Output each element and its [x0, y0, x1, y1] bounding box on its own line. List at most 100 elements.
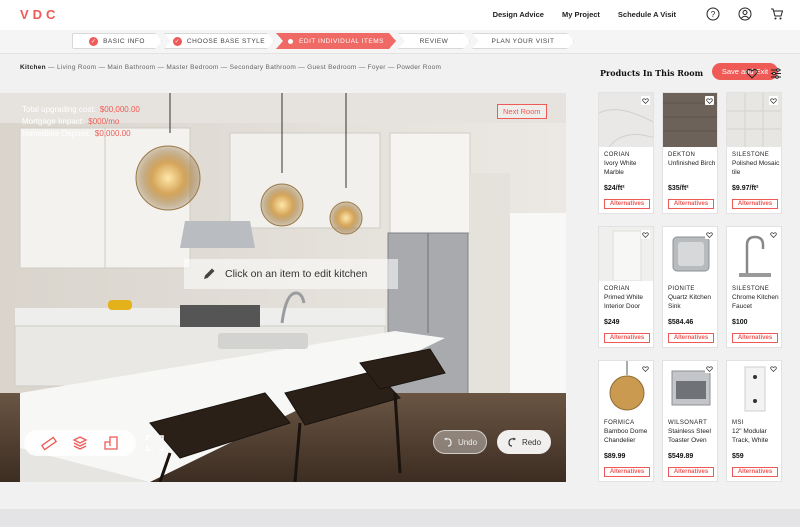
product-card[interactable]: CORIAN Ivory White Marble $24/ft² Alternati… [598, 92, 654, 214]
favorite-heart-icon[interactable] [641, 364, 650, 373]
next-room-button[interactable]: Next Room [497, 104, 547, 119]
alternatives-button[interactable]: Alternatives [732, 467, 778, 477]
product-image[interactable] [727, 227, 781, 281]
product-card[interactable]: SILESTONE Polished Mosaic tile $9.97/ft² Al… [726, 92, 782, 214]
mortgage-impact: Mortgage Impact: $000/mo [22, 117, 120, 126]
product-price: $24/ft² [604, 185, 625, 192]
alternatives-button[interactable]: Alternatives [604, 199, 650, 209]
product-image[interactable] [599, 227, 653, 281]
product-image[interactable] [727, 361, 781, 415]
edit-hint-text: Click on an item to edit kitchen [225, 268, 368, 280]
stat-value: $000/mo [88, 117, 120, 126]
alternatives-button[interactable]: Alternatives [668, 199, 714, 209]
product-brand: DEKTON [668, 152, 696, 158]
immediate-deposit: Immediate Deposit: $0,000.00 [22, 129, 131, 138]
product-name: Chrome Kitchen Faucet [732, 294, 779, 310]
room-link[interactable]: Main Bathroom [107, 64, 155, 71]
step-label: CHOOSE BASE STYLE [186, 37, 266, 45]
room-link[interactable]: Living Room [57, 64, 96, 71]
step-plan-your-visit[interactable]: PLAN YOUR VISIT [472, 33, 574, 49]
product-card[interactable]: WILSONART Stainless Steel Toaster Oven $54… [662, 360, 718, 482]
alternatives-button[interactable]: Alternatives [668, 467, 714, 477]
footer-bar [0, 509, 800, 527]
product-card[interactable]: PIONITE Quartz Kitchen Sink $584.46 Alterna… [662, 226, 718, 348]
product-card[interactable]: SILESTONE Chrome Kitchen Faucet $100 Altern… [726, 226, 782, 348]
product-brand: SILESTONE [732, 152, 770, 158]
redo-label: Redo [521, 437, 542, 447]
step-label: REVIEW [419, 37, 449, 45]
room-link[interactable]: Master Bedroom [166, 64, 218, 71]
room-current[interactable]: Kitchen [20, 64, 46, 71]
product-card[interactable]: DEKTON Unfinished Birch $35/ft² Alternative… [662, 92, 718, 214]
product-image[interactable] [727, 93, 781, 147]
alternatives-button[interactable]: Alternatives [732, 333, 778, 343]
step-review[interactable]: REVIEW [398, 33, 470, 49]
fullscreen-icon[interactable] [146, 435, 164, 451]
step-label: PLAN YOUR VISIT [491, 37, 555, 45]
top-icons: ? [706, 7, 784, 21]
undo-button[interactable]: Undo [433, 430, 487, 454]
alternatives-button[interactable]: Alternatives [732, 199, 778, 209]
product-price: $549.89 [668, 453, 694, 460]
panel-icons [746, 68, 782, 79]
alternatives-button[interactable]: Alternatives [604, 333, 650, 343]
product-image[interactable] [663, 227, 717, 281]
product-card[interactable]: MSI 12" Modular Track, White $59 Alternativ… [726, 360, 782, 482]
alternatives-button[interactable]: Alternatives [668, 333, 714, 343]
alternatives-button[interactable]: Alternatives [604, 467, 650, 477]
favorite-heart-icon[interactable] [641, 96, 650, 105]
account-icon[interactable] [738, 7, 752, 21]
step-choose-base-style[interactable]: ✓ CHOOSE BASE STYLE [164, 33, 274, 49]
product-brand: WILSONART [668, 420, 708, 426]
favorite-heart-icon[interactable] [641, 230, 650, 239]
room-breadcrumb: Kitchen — Living Room — Main Bathroom — … [20, 64, 442, 71]
product-price: $100 [732, 319, 748, 326]
room-link[interactable]: Guest Bedroom [307, 64, 356, 71]
help-icon[interactable]: ? [706, 7, 720, 21]
product-image[interactable] [599, 93, 653, 147]
redo-button[interactable]: Redo [497, 430, 551, 454]
cart-icon[interactable] [770, 7, 784, 21]
favorite-heart-icon[interactable] [705, 230, 714, 239]
favorite-heart-icon[interactable] [769, 96, 778, 105]
nav-design-advice[interactable]: Design Advice [493, 10, 544, 19]
step-basic-info[interactable]: ✓ BASIC INFO [72, 33, 162, 49]
product-name: Stainless Steel Toaster Oven [668, 428, 711, 444]
product-image[interactable] [663, 361, 717, 415]
room-link[interactable]: Secondary Bathroom [230, 64, 296, 71]
room-link[interactable]: Foyer [368, 64, 386, 71]
ruler-icon[interactable] [41, 435, 58, 451]
floorplan-icon[interactable] [103, 435, 119, 451]
favorite-heart-icon[interactable] [769, 230, 778, 239]
product-brand: MSI [732, 420, 744, 426]
product-name: Primed White Interior Door [604, 294, 644, 310]
progress-steps: ✓ BASIC INFO ✓ CHOOSE BASE STYLE EDIT IN… [72, 33, 576, 49]
products-panel-title: Products In This Room [600, 68, 704, 78]
product-price: $249 [604, 319, 620, 326]
step-edit-individual-items[interactable]: EDIT INDIVIDUAL ITEMS [276, 33, 396, 49]
product-brand: FORMICA [604, 420, 635, 426]
favorites-heart-icon[interactable] [746, 68, 758, 79]
stat-value: $00,000.00 [99, 105, 140, 114]
product-grid: CORIAN Ivory White Marble $24/ft² Alternati… [598, 92, 782, 482]
product-price: $59 [732, 453, 744, 460]
current-step-dot-icon [288, 39, 293, 44]
logo[interactable]: VDC [20, 7, 59, 22]
room-link[interactable]: Powder Room [397, 64, 441, 71]
product-card[interactable]: CORIAN Primed White Interior Door $249 Alte… [598, 226, 654, 348]
product-image[interactable] [663, 93, 717, 147]
check-icon: ✓ [174, 38, 181, 45]
product-card[interactable]: FORMICA Bamboo Dome Chandelier $89.99 Alter… [598, 360, 654, 482]
pencil-icon [204, 268, 215, 279]
cost-summary: Total upgrading cost: $00,000.00 Mortgage… [22, 104, 140, 140]
nav-my-project[interactable]: My Project [562, 10, 600, 19]
favorite-heart-icon[interactable] [769, 364, 778, 373]
favorite-heart-icon[interactable] [705, 96, 714, 105]
step-label: EDIT INDIVIDUAL ITEMS [299, 37, 384, 45]
filter-sliders-icon[interactable] [770, 68, 782, 79]
product-image[interactable] [599, 361, 653, 415]
nav-schedule-visit[interactable]: Schedule A Visit [618, 10, 676, 19]
favorite-heart-icon[interactable] [705, 364, 714, 373]
layers-icon[interactable] [72, 435, 88, 451]
progress-steps-bar: ✓ BASIC INFO ✓ CHOOSE BASE STYLE EDIT IN… [0, 30, 800, 80]
